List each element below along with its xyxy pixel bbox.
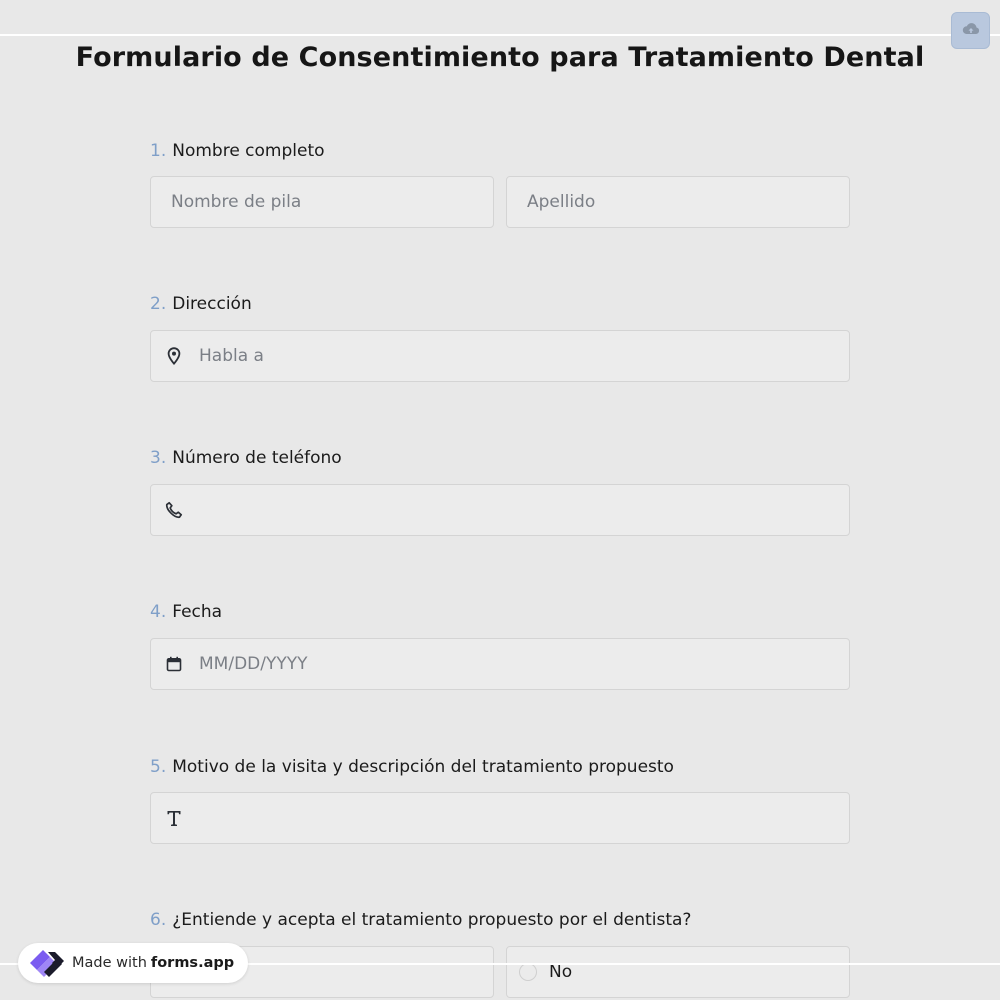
phone-icon [163,499,185,521]
visit-reason-input[interactable] [150,792,850,844]
question-6-label: 6. ¿Entiende y acepta el tratamiento prop… [150,910,691,930]
question-number: 3. [150,448,167,468]
first-name-placeholder: Nombre de pila [171,192,302,212]
map-pin-icon [163,345,185,367]
question-3-label: 3. Número de teléfono [150,448,342,468]
question-1-label: 1. Nombre completo [150,141,325,161]
header-divider [0,34,1000,36]
made-with-text: Made with [72,955,147,971]
question-2-label: 2. Dirección [150,294,252,314]
radio-option-label: No [549,962,573,982]
question-number: 6. [150,910,167,930]
address-input[interactable]: Habla a [150,330,850,382]
forms-app-logo-icon [26,946,66,980]
question-5-label: 5. Motivo de la visita y descripción del … [150,757,674,777]
form-page: Formulario de Consentimiento para Tratam… [0,0,1000,1000]
brand-name: forms.app [150,955,235,971]
question-text: Dirección [172,294,252,314]
made-with-forms-app-badge[interactable]: Made with forms.app [18,943,249,983]
question-number: 5. [150,757,167,777]
question-text: Nombre completo [172,141,325,161]
question-text: Número de teléfono [172,448,342,468]
address-placeholder: Habla a [199,346,264,366]
radio-circle[interactable] [519,963,537,981]
question-number: 4. [150,602,167,622]
last-name-input[interactable]: Apellido [506,176,850,228]
radio-option-no[interactable]: No [506,946,850,998]
question-number: 1. [150,141,167,161]
question-number: 2. [150,294,167,314]
question-4-label: 4. Fecha [150,602,222,622]
date-placeholder: MM/DD/YYYY [199,654,308,674]
last-name-placeholder: Apellido [527,192,596,212]
calendar-icon [163,653,185,675]
date-input[interactable]: MM/DD/YYYY [150,638,850,690]
phone-input[interactable] [150,484,850,536]
cloud-upload-icon [962,21,980,40]
first-name-input[interactable]: Nombre de pila [150,176,494,228]
question-text: Motivo de la visita y descripción del tr… [172,757,674,777]
text-icon [163,807,185,829]
form-title: Formulario de Consentimiento para Tratam… [75,42,925,73]
question-text: ¿Entiende y acepta el tratamiento propue… [172,910,692,930]
question-text: Fecha [172,602,223,622]
